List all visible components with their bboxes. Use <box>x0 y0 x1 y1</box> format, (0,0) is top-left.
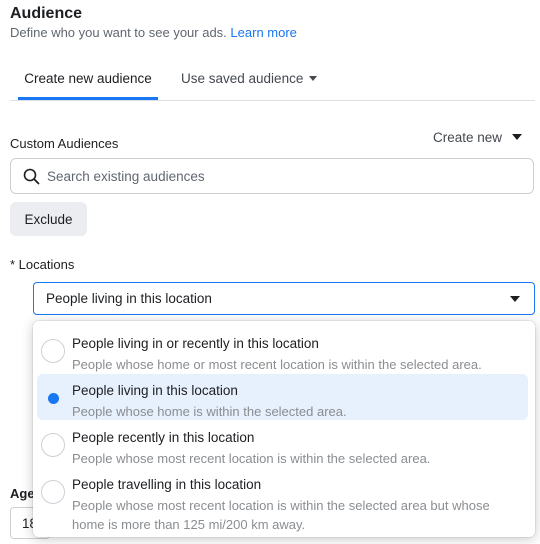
option-title: People travelling in this location <box>72 477 262 492</box>
option-description: People whose most recent location is wit… <box>72 498 490 532</box>
age-label: Age <box>10 486 35 501</box>
chevron-down-icon <box>309 75 318 81</box>
tab-use-saved-audience[interactable]: Use saved audience <box>181 60 318 100</box>
learn-more-link[interactable]: Learn more <box>230 25 296 40</box>
search-icon <box>23 168 40 185</box>
audience-title: Audience <box>10 5 83 22</box>
create-new-dropdown[interactable]: Create new <box>433 130 523 145</box>
subtitle-text: Define who you want to see your ads. <box>10 25 227 40</box>
location-option-living-or-recently[interactable]: People living in or recently in this loc… <box>37 327 528 373</box>
create-new-label: Create new <box>433 130 503 145</box>
option-description: People whose home is within the selected… <box>72 404 347 419</box>
option-description: People whose most recent location is wit… <box>72 451 431 466</box>
tab-use-saved-audience-label: Use saved audience <box>181 71 304 86</box>
audience-search-field[interactable] <box>10 158 534 194</box>
location-type-select[interactable]: People living in this location <box>33 282 535 315</box>
location-option-travelling[interactable]: People travelling in this location Peopl… <box>37 468 528 532</box>
option-description: People whose home or most recent locatio… <box>72 357 482 372</box>
location-type-value: People living in this location <box>46 291 212 306</box>
location-option-recently[interactable]: People recently in this location People … <box>37 421 528 467</box>
locations-label: * Locations <box>10 257 75 272</box>
location-type-menu: People living in or recently in this loc… <box>33 321 535 537</box>
tab-create-new-audience[interactable]: Create new audience <box>18 60 158 100</box>
audience-subtitle: Define who you want to see your ads. Lea… <box>10 25 297 40</box>
option-title: People living in or recently in this loc… <box>72 336 319 351</box>
caret-down-icon <box>512 133 523 140</box>
caret-down-icon <box>510 296 520 302</box>
radio-button[interactable] <box>41 433 65 457</box>
exclude-button[interactable]: Exclude <box>10 202 87 236</box>
radio-button[interactable] <box>41 339 65 363</box>
custom-audiences-label: Custom Audiences <box>10 136 119 151</box>
radio-button-checked[interactable] <box>41 386 65 410</box>
option-title: People living in this location <box>72 383 238 398</box>
search-input[interactable] <box>47 165 517 187</box>
option-title: People recently in this location <box>72 430 255 445</box>
audience-tabs: Create new audience Use saved audience <box>10 60 535 101</box>
radio-button[interactable] <box>41 480 65 504</box>
location-option-living[interactable]: People living in this location People wh… <box>37 374 528 420</box>
